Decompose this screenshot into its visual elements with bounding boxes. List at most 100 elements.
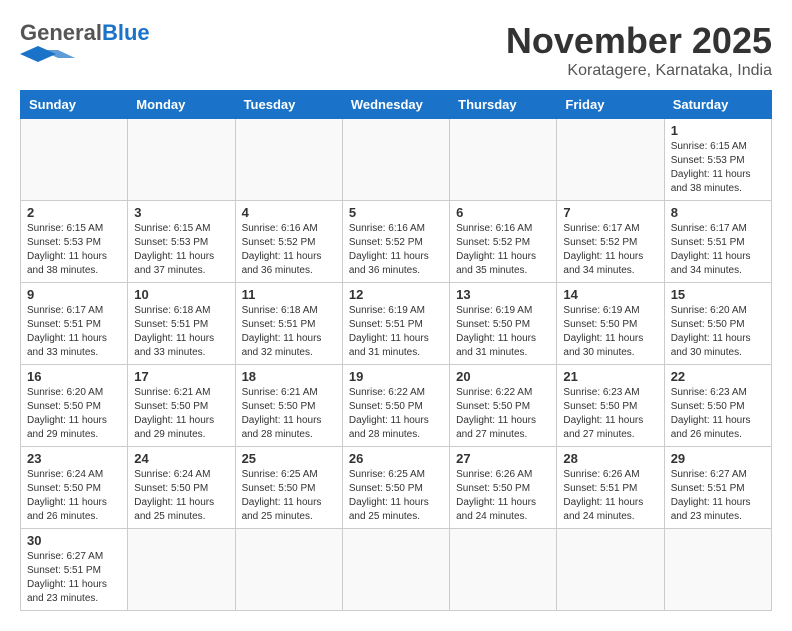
calendar-cell: 12Sunrise: 6:19 AM Sunset: 5:51 PM Dayli… (342, 283, 449, 365)
day-info: Sunrise: 6:19 AM Sunset: 5:50 PM Dayligh… (563, 304, 657, 360)
logo: General Blue (20, 20, 150, 62)
day-info: Sunrise: 6:25 AM Sunset: 5:50 PM Dayligh… (242, 468, 336, 524)
calendar-week-row: 1 Sunrise: 6:15 AM Sunset: 5:53 PM Daylig… (21, 119, 772, 201)
calendar-cell: 9Sunrise: 6:17 AM Sunset: 5:51 PM Daylig… (21, 283, 128, 365)
calendar-cell (557, 529, 664, 611)
logo-icon (20, 46, 75, 62)
day-number: 13 (456, 287, 550, 302)
calendar-cell: 19 Sunrise: 6:22 AM Sunset: 5:50 PM Dayli… (342, 365, 449, 447)
day-number: 17 (134, 369, 228, 384)
day-number: 19 (349, 369, 443, 384)
day-number: 29 (671, 451, 765, 466)
day-info: Sunrise: 6:23 AM Sunset: 5:50 PM Dayligh… (563, 386, 657, 442)
day-info: Sunrise: 6:21 AM Sunset: 5:50 PM Dayligh… (134, 386, 228, 442)
calendar-cell (557, 119, 664, 201)
day-info: Sunrise: 6:21 AM Sunset: 5:50 PM Dayligh… (242, 386, 336, 442)
day-number: 6 (456, 205, 550, 220)
calendar-cell: 17 Sunrise: 6:21 AM Sunset: 5:50 PM Dayli… (128, 365, 235, 447)
month-year-title: November 2025 (506, 20, 772, 62)
title-section: November 2025 Koratagere, Karnataka, Ind… (506, 20, 772, 80)
day-number: 18 (242, 369, 336, 384)
calendar-cell: 25 Sunrise: 6:25 AM Sunset: 5:50 PM Dayli… (235, 447, 342, 529)
calendar-cell: 4 Sunrise: 6:16 AM Sunset: 5:52 PM Daylig… (235, 201, 342, 283)
day-info: Sunrise: 6:19 AM Sunset: 5:50 PM Dayligh… (456, 304, 550, 360)
day-info: Sunrise: 6:27 AM Sunset: 5:51 PM Dayligh… (671, 468, 765, 524)
day-number: 8 (671, 205, 765, 220)
day-info: Sunrise: 6:26 AM Sunset: 5:50 PM Dayligh… (456, 468, 550, 524)
calendar-cell (342, 119, 449, 201)
day-info: Sunrise: 6:22 AM Sunset: 5:50 PM Dayligh… (349, 386, 443, 442)
day-info: Sunrise: 6:17 AM Sunset: 5:51 PM Dayligh… (671, 222, 765, 278)
calendar-cell: 14 Sunrise: 6:19 AM Sunset: 5:50 PM Dayli… (557, 283, 664, 365)
calendar-cell: 10 Sunrise: 6:18 AM Sunset: 5:51 PM Dayli… (128, 283, 235, 365)
day-number: 23 (27, 451, 121, 466)
day-number: 30 (27, 533, 121, 548)
calendar-cell (342, 529, 449, 611)
calendar-cell: 27 Sunrise: 6:26 AM Sunset: 5:50 PM Dayli… (450, 447, 557, 529)
day-header-sunday: Sunday (21, 91, 128, 119)
logo-general-text: General (20, 20, 102, 46)
day-number: 26 (349, 451, 443, 466)
day-number: 4 (242, 205, 336, 220)
day-info: Sunrise: 6:18 AM Sunset: 5:51 PM Dayligh… (242, 304, 336, 360)
calendar-cell: 26 Sunrise: 6:25 AM Sunset: 5:50 PM Dayli… (342, 447, 449, 529)
calendar-cell: 2 Sunrise: 6:15 AM Sunset: 5:53 PM Daylig… (21, 201, 128, 283)
location-subtitle: Koratagere, Karnataka, India (506, 62, 772, 80)
day-number: 28 (563, 451, 657, 466)
day-number: 2 (27, 205, 121, 220)
day-number: 10 (134, 287, 228, 302)
calendar-cell: 24Sunrise: 6:24 AM Sunset: 5:50 PM Dayli… (128, 447, 235, 529)
calendar-cell: 1 Sunrise: 6:15 AM Sunset: 5:53 PM Daylig… (664, 119, 771, 201)
day-info: Sunrise: 6:15 AM Sunset: 5:53 PM Dayligh… (134, 222, 228, 278)
day-info: Sunrise: 6:20 AM Sunset: 5:50 PM Dayligh… (27, 386, 121, 442)
calendar-cell: 7Sunrise: 6:17 AM Sunset: 5:52 PM Daylig… (557, 201, 664, 283)
calendar-cell: 30 Sunrise: 6:27 AM Sunset: 5:51 PM Dayli… (21, 529, 128, 611)
day-number: 5 (349, 205, 443, 220)
calendar-week-row: 30 Sunrise: 6:27 AM Sunset: 5:51 PM Dayli… (21, 529, 772, 611)
calendar-cell: 29 Sunrise: 6:27 AM Sunset: 5:51 PM Dayli… (664, 447, 771, 529)
calendar-cell: 18 Sunrise: 6:21 AM Sunset: 5:50 PM Dayli… (235, 365, 342, 447)
calendar-cell (128, 529, 235, 611)
calendar-cell (21, 119, 128, 201)
day-info: Sunrise: 6:19 AM Sunset: 5:51 PM Dayligh… (349, 304, 443, 360)
day-info: Sunrise: 6:26 AM Sunset: 5:51 PM Dayligh… (563, 468, 657, 524)
calendar-header-row: SundayMondayTuesdayWednesdayThursdayFrid… (21, 91, 772, 119)
day-number: 16 (27, 369, 121, 384)
day-info: Sunrise: 6:15 AM Sunset: 5:53 PM Dayligh… (671, 140, 765, 196)
day-info: Sunrise: 6:23 AM Sunset: 5:50 PM Dayligh… (671, 386, 765, 442)
day-info: Sunrise: 6:22 AM Sunset: 5:50 PM Dayligh… (456, 386, 550, 442)
day-info: Sunrise: 6:24 AM Sunset: 5:50 PM Dayligh… (27, 468, 121, 524)
calendar-cell: 3Sunrise: 6:15 AM Sunset: 5:53 PM Daylig… (128, 201, 235, 283)
day-header-monday: Monday (128, 91, 235, 119)
day-info: Sunrise: 6:18 AM Sunset: 5:51 PM Dayligh… (134, 304, 228, 360)
calendar-table: SundayMondayTuesdayWednesdayThursdayFrid… (20, 90, 772, 611)
logo-blue-text: Blue (102, 20, 150, 46)
day-header-wednesday: Wednesday (342, 91, 449, 119)
day-number: 22 (671, 369, 765, 384)
calendar-cell: 20Sunrise: 6:22 AM Sunset: 5:50 PM Dayli… (450, 365, 557, 447)
day-info: Sunrise: 6:16 AM Sunset: 5:52 PM Dayligh… (349, 222, 443, 278)
day-info: Sunrise: 6:16 AM Sunset: 5:52 PM Dayligh… (242, 222, 336, 278)
day-info: Sunrise: 6:15 AM Sunset: 5:53 PM Dayligh… (27, 222, 121, 278)
calendar-cell: 21 Sunrise: 6:23 AM Sunset: 5:50 PM Dayli… (557, 365, 664, 447)
day-header-tuesday: Tuesday (235, 91, 342, 119)
day-header-friday: Friday (557, 91, 664, 119)
day-number: 11 (242, 287, 336, 302)
day-number: 27 (456, 451, 550, 466)
calendar-cell: 5 Sunrise: 6:16 AM Sunset: 5:52 PM Daylig… (342, 201, 449, 283)
day-number: 14 (563, 287, 657, 302)
day-header-thursday: Thursday (450, 91, 557, 119)
day-info: Sunrise: 6:17 AM Sunset: 5:52 PM Dayligh… (563, 222, 657, 278)
calendar-cell (450, 529, 557, 611)
calendar-cell: 13 Sunrise: 6:19 AM Sunset: 5:50 PM Dayli… (450, 283, 557, 365)
calendar-week-row: 9Sunrise: 6:17 AM Sunset: 5:51 PM Daylig… (21, 283, 772, 365)
day-info: Sunrise: 6:27 AM Sunset: 5:51 PM Dayligh… (27, 550, 121, 606)
day-number: 25 (242, 451, 336, 466)
day-info: Sunrise: 6:24 AM Sunset: 5:50 PM Dayligh… (134, 468, 228, 524)
day-number: 21 (563, 369, 657, 384)
day-number: 1 (671, 123, 765, 138)
calendar-cell: 23 Sunrise: 6:24 AM Sunset: 5:50 PM Dayli… (21, 447, 128, 529)
day-info: Sunrise: 6:25 AM Sunset: 5:50 PM Dayligh… (349, 468, 443, 524)
calendar-cell: 11 Sunrise: 6:18 AM Sunset: 5:51 PM Dayli… (235, 283, 342, 365)
day-number: 15 (671, 287, 765, 302)
